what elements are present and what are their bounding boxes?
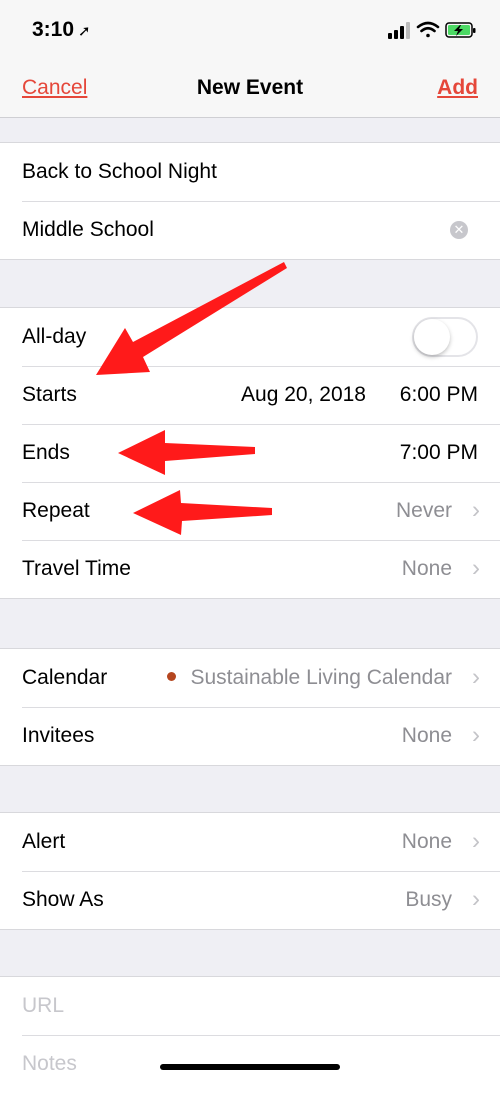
chevron-right-icon: › [472,885,480,913]
url-field[interactable]: URL [0,977,500,1035]
starts-label: Starts [22,383,77,406]
invitees-row[interactable]: Invitees None › [0,707,500,765]
ends-label: Ends [22,441,70,464]
nav-bar: Cancel New Event Add [0,60,500,118]
calendar-color-dot [167,671,177,681]
allday-label: All-day [22,325,87,348]
calendar-value-wrap: Sustainable Living Calendar [167,666,452,690]
status-icons [388,20,478,40]
location-value: Middle School [22,218,154,241]
alert-row[interactable]: Alert None › [0,813,500,871]
cellular-signal-icon [388,22,410,39]
allday-row: All-day [0,308,500,366]
title-field[interactable]: Back to School Night [0,143,500,201]
wifi-icon [416,21,440,38]
location-field[interactable]: Middle School ✕ [0,201,500,259]
toggle-knob [414,319,450,355]
repeat-row[interactable]: Repeat Never › [0,482,500,540]
alert-label: Alert [22,830,66,853]
clock-time: 3:10 [32,18,75,41]
chevron-right-icon: › [472,663,480,691]
location-arrow-icon: ➚ [78,23,91,40]
allday-toggle[interactable] [412,317,478,357]
chevron-right-icon: › [472,721,480,749]
battery-charging-icon [445,22,476,38]
add-button[interactable]: Add [437,76,478,100]
status-time: 3:10 ➚ [32,18,91,42]
calendar-value: Sustainable Living Calendar [190,666,452,689]
event-details-group: Back to School Night Middle School ✕ [0,142,500,260]
alert-value: None [401,830,452,853]
calendar-row[interactable]: Calendar Sustainable Living Calendar › [0,649,500,707]
starts-row[interactable]: Starts Aug 20, 2018 6:00 PM [0,366,500,424]
chevron-right-icon: › [472,827,480,855]
show-as-row[interactable]: Show As Busy › [0,871,500,929]
url-placeholder: URL [22,994,65,1017]
chevron-right-icon: › [472,496,480,524]
clear-icon[interactable]: ✕ [450,221,468,239]
show-as-label: Show As [22,888,104,911]
travel-time-label: Travel Time [22,557,131,580]
show-as-value: Busy [405,888,452,911]
page-title: New Event [196,76,304,99]
status-bar: 3:10 ➚ [0,0,500,60]
ends-time[interactable]: 7:00 PM [400,441,478,465]
calendar-group: Calendar Sustainable Living Calendar › I… [0,648,500,766]
travel-time-value: None [401,557,452,580]
home-indicator[interactable] [160,1064,340,1070]
timing-group: All-day Starts Aug 20, 2018 6:00 PM Ends… [0,307,500,599]
notes-placeholder: Notes [22,1052,77,1075]
title-value: Back to School Night [22,160,217,183]
repeat-label: Repeat [22,499,90,522]
chevron-right-icon: › [472,554,480,582]
ends-row[interactable]: Ends 7:00 PM [0,424,500,482]
repeat-value: Never [395,499,452,522]
starts-date[interactable]: Aug 20, 2018 [241,383,366,407]
travel-time-row[interactable]: Travel Time None › [0,540,500,598]
calendar-label: Calendar [22,666,108,689]
notes-group: URL Notes [0,976,500,1093]
starts-time[interactable]: 6:00 PM [400,383,478,407]
invitees-value: None [401,724,452,747]
alert-group: Alert None › Show As Busy › [0,812,500,930]
invitees-label: Invitees [22,724,95,747]
